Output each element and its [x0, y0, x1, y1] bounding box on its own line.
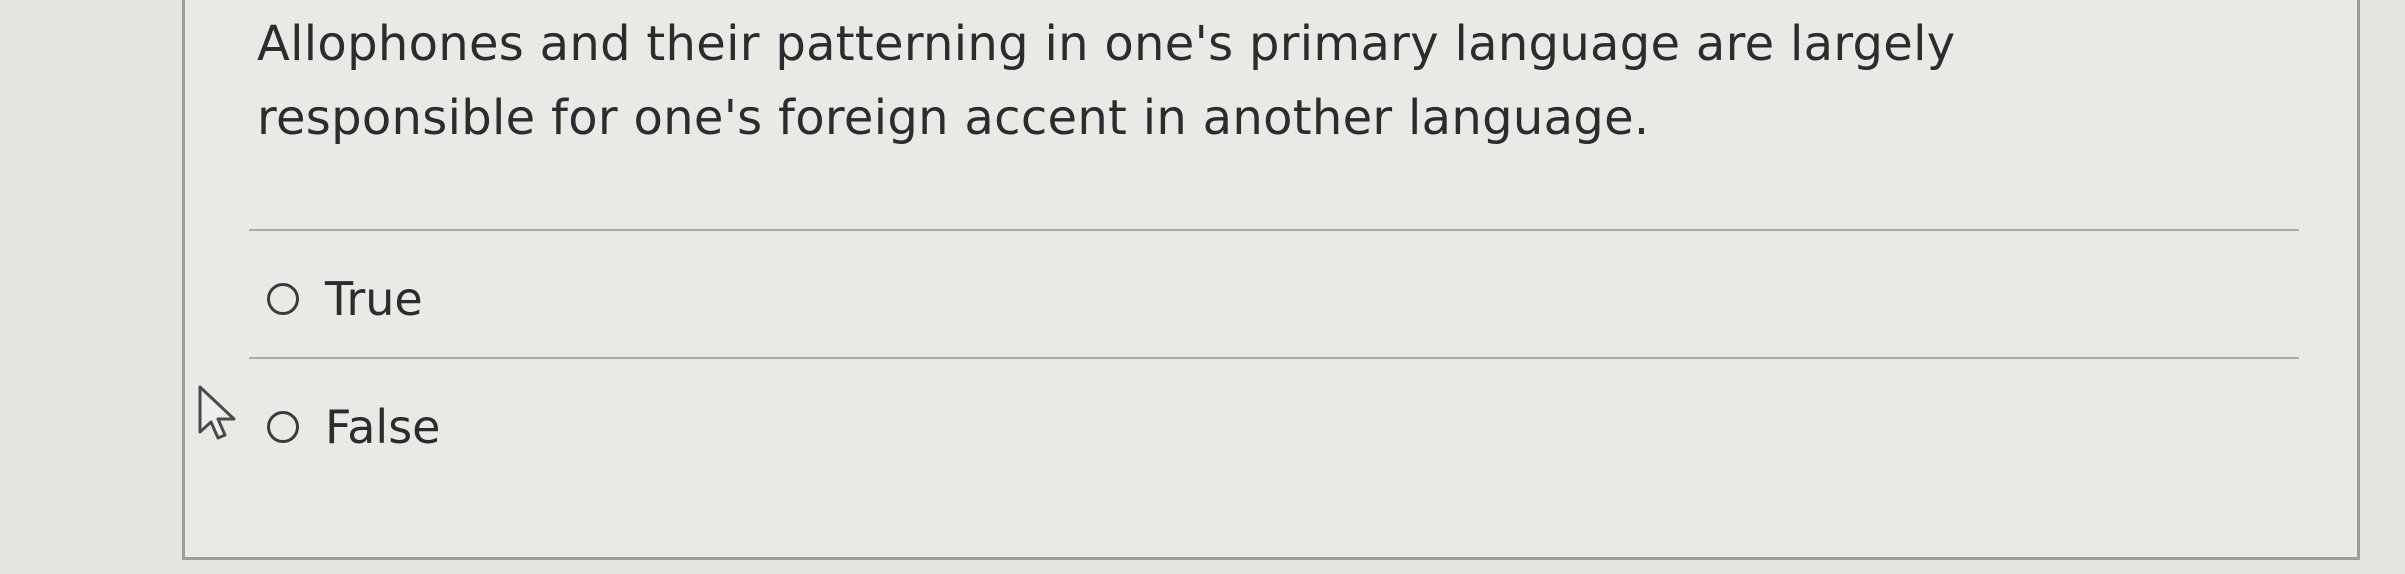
question-card: Allophones and their patterning in one's…	[182, 0, 2360, 560]
radio-button-icon[interactable]	[267, 411, 299, 443]
question-line-2: responsible for one's foreign accent in …	[257, 90, 1650, 146]
option-false[interactable]: False	[267, 397, 440, 457]
divider	[249, 229, 2299, 231]
option-label-true: True	[325, 272, 423, 326]
mouse-pointer-icon	[198, 385, 236, 440]
radio-button-icon[interactable]	[267, 283, 299, 315]
question-text: Allophones and their patterning in one's…	[257, 7, 2257, 155]
divider	[249, 357, 2299, 359]
question-line-1: Allophones and their patterning in one's…	[257, 16, 1956, 72]
option-label-false: False	[325, 400, 441, 454]
option-true[interactable]: True	[267, 269, 423, 329]
